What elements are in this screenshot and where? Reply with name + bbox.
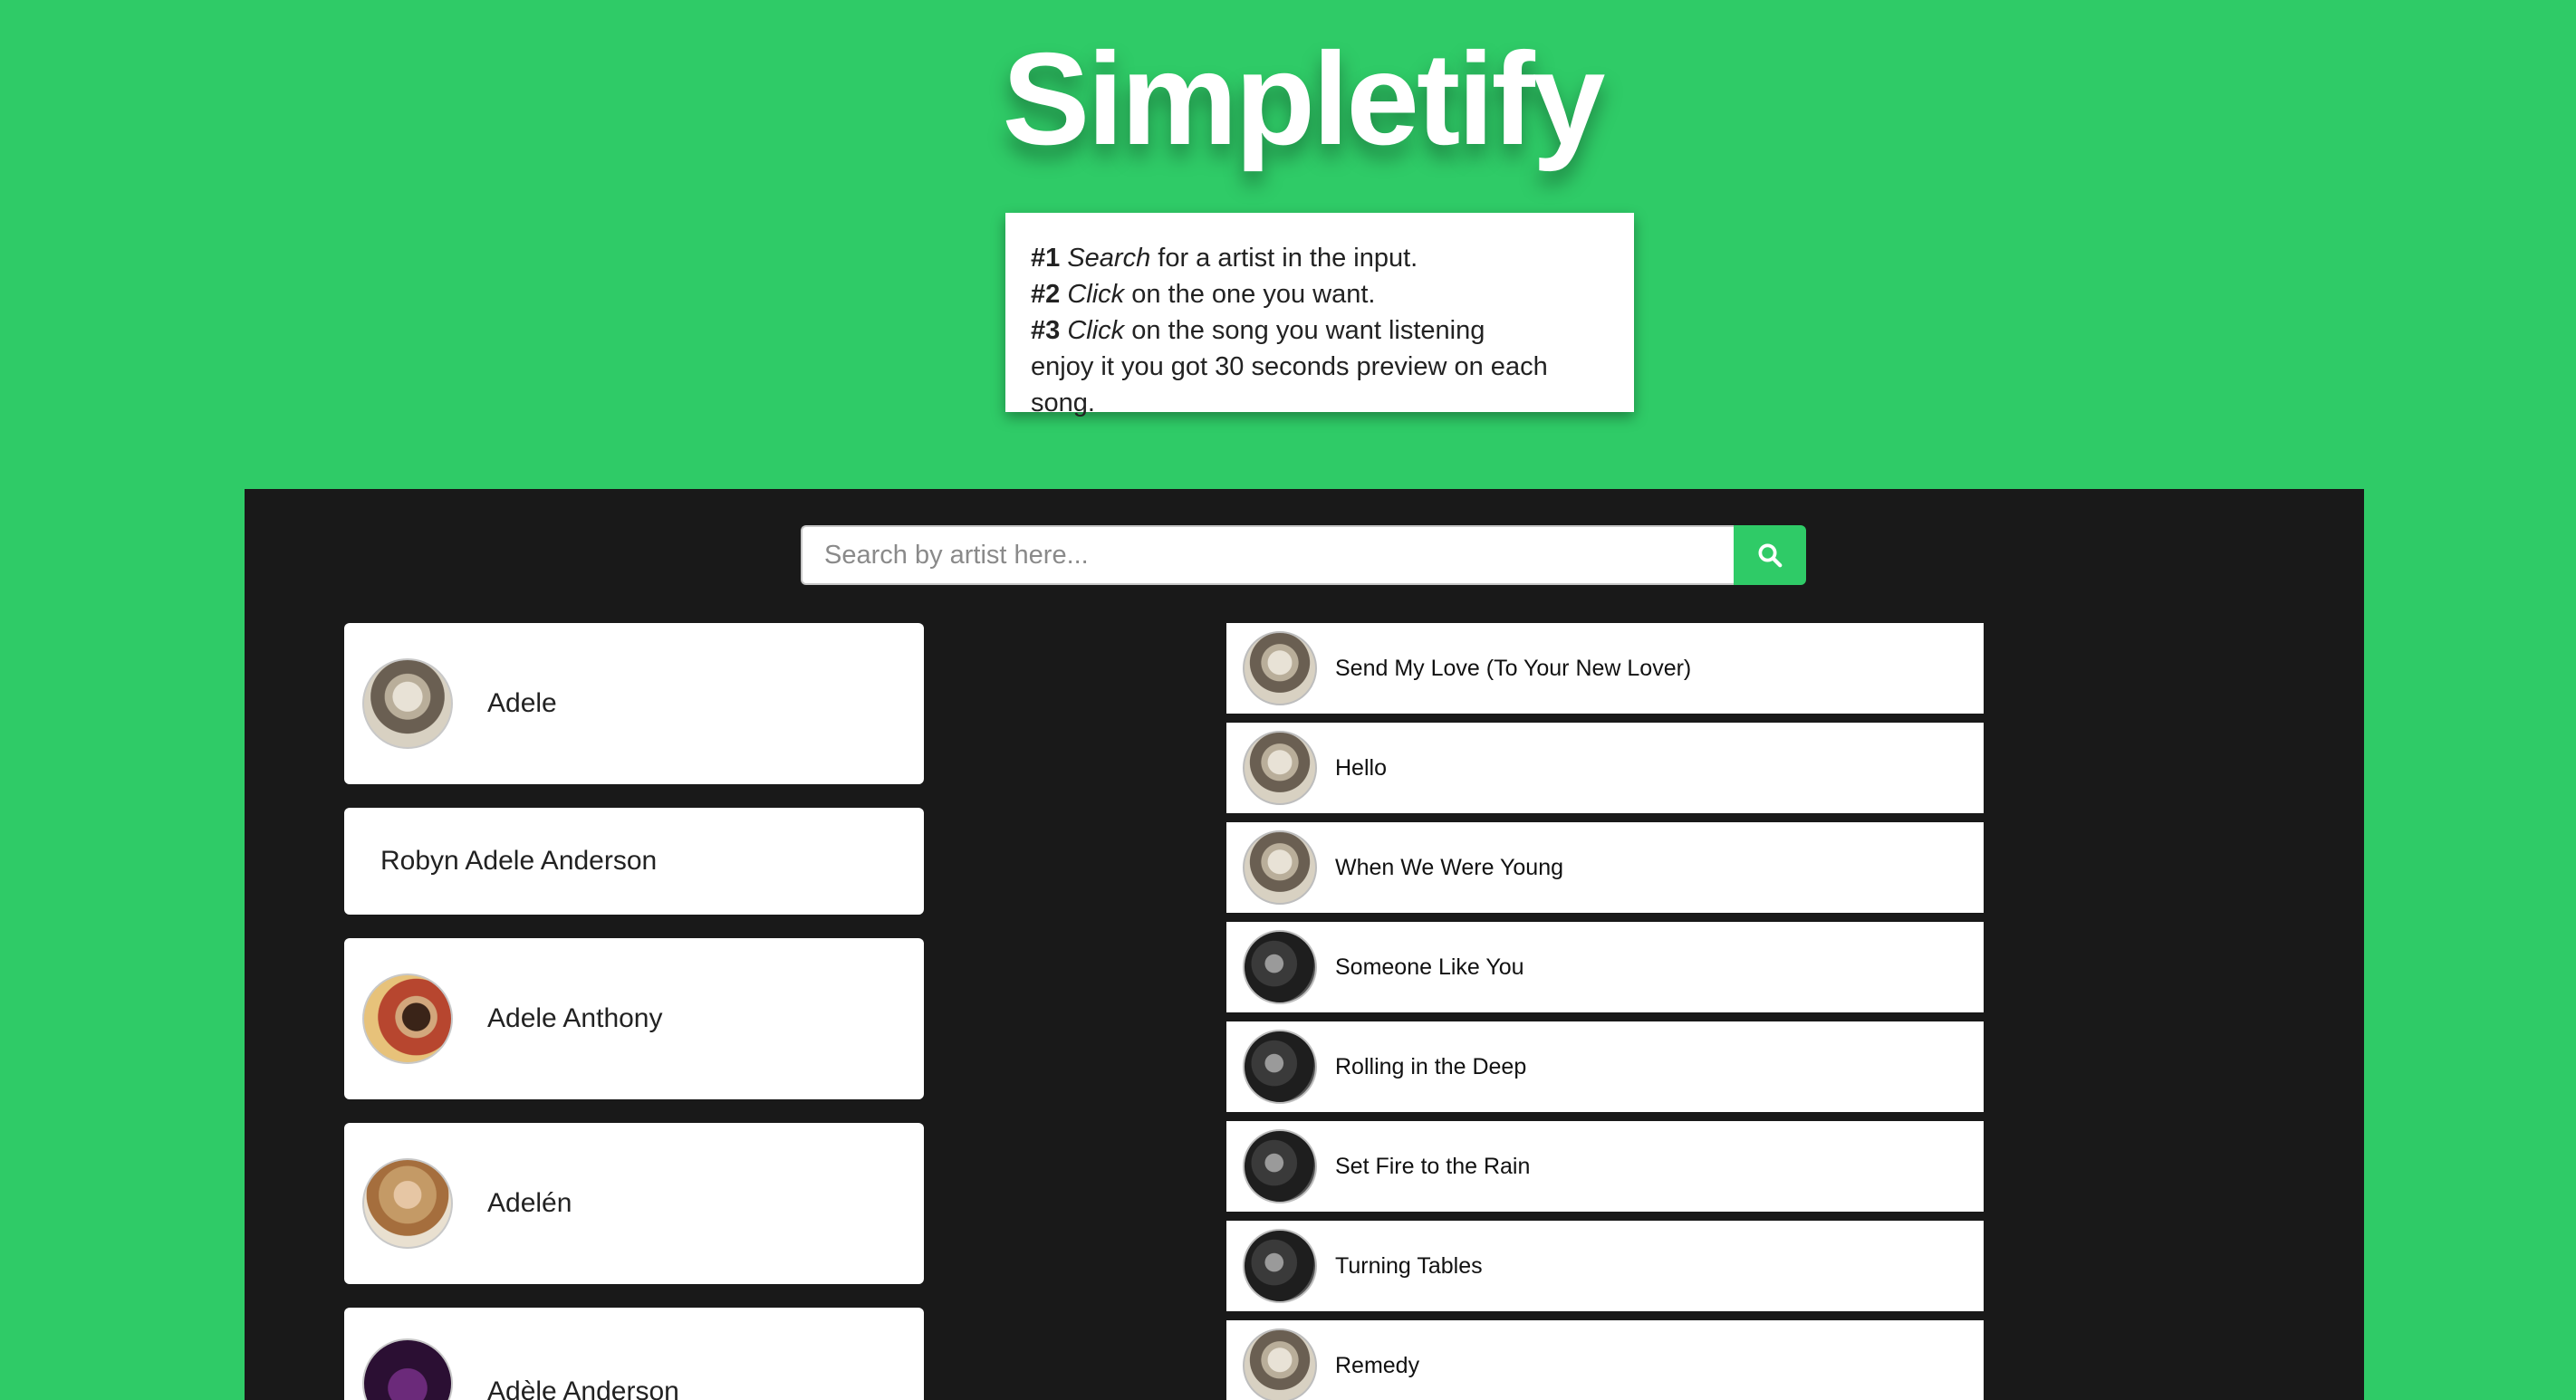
search-bar <box>801 525 1806 585</box>
song-row[interactable]: When We Were Young <box>1226 822 1984 913</box>
artist-card[interactable]: Robyn Adele Anderson <box>344 808 924 915</box>
artist-card[interactable]: Adele Anthony <box>344 938 924 1099</box>
instruction-line: #1 Search for a artist in the input. <box>1031 240 1609 276</box>
artist-avatar <box>362 1338 453 1400</box>
instruction-number: #1 <box>1031 244 1061 273</box>
song-title: Turning Tables <box>1335 1252 1483 1279</box>
song-title: Remedy <box>1335 1352 1420 1378</box>
artist-name: Robyn Adele Anderson <box>380 846 658 876</box>
song-cover <box>1243 1328 1317 1400</box>
song-row[interactable]: Set Fire to the Rain <box>1226 1121 1984 1212</box>
song-title: Someone Like You <box>1335 954 1524 980</box>
artist-avatar <box>362 973 453 1064</box>
song-row[interactable]: Remedy <box>1226 1320 1984 1400</box>
search-input[interactable] <box>801 525 1734 585</box>
instruction-text: for a artist in the input. <box>1150 244 1418 273</box>
song-cover <box>1243 1129 1317 1203</box>
search-icon <box>1758 543 1783 568</box>
artist-name: Adele Anthony <box>487 1003 663 1033</box>
artist-card[interactable]: Adele <box>344 623 924 784</box>
instruction-number: #2 <box>1031 280 1061 309</box>
song-row[interactable]: Rolling in the Deep <box>1226 1021 1984 1112</box>
instruction-verb: Click <box>1067 316 1125 345</box>
song-title: When We Were Young <box>1335 854 1564 880</box>
artist-avatar <box>362 1158 453 1249</box>
artist-avatar <box>362 658 453 749</box>
instruction-line: #3 Click on the song you want listening <box>1031 312 1609 349</box>
instruction-verb: Search <box>1067 244 1151 273</box>
song-cover <box>1243 1229 1317 1303</box>
artist-card[interactable]: Adelén <box>344 1123 924 1284</box>
instruction-text: on the one you want. <box>1124 280 1376 309</box>
song-cover <box>1243 830 1317 905</box>
instruction-footer: enjoy it you got 30 seconds preview on e… <box>1031 352 1548 417</box>
artist-name: Adelén <box>487 1188 572 1218</box>
song-cover <box>1243 930 1317 1004</box>
search-button[interactable] <box>1734 525 1806 585</box>
song-title: Set Fire to the Rain <box>1335 1153 1531 1179</box>
artist-name: Adèle Anderson <box>487 1376 679 1400</box>
instructions-box: #1 Search for a artist in the input. #2 … <box>1005 213 1634 417</box>
instruction-number: #3 <box>1031 316 1061 345</box>
song-title: Hello <box>1335 754 1387 781</box>
song-title: Send My Love (To Your New Lover) <box>1335 655 1692 681</box>
song-cover <box>1243 631 1317 705</box>
instruction-verb: Click <box>1067 280 1125 309</box>
app-title: Simpletify <box>1002 25 1606 172</box>
artist-card[interactable]: Adèle Anderson <box>344 1308 924 1400</box>
song-cover <box>1243 1030 1317 1104</box>
song-cover <box>1243 731 1317 805</box>
instruction-text: on the song you want listening <box>1124 316 1485 345</box>
song-row[interactable]: Hello <box>1226 723 1984 813</box>
song-title: Rolling in the Deep <box>1335 1053 1527 1079</box>
song-row[interactable]: Turning Tables <box>1226 1221 1984 1311</box>
artist-name: Adele <box>487 688 557 718</box>
main-panel: Adele Robyn Adele Anderson Adele Anthony… <box>245 489 2364 1400</box>
instruction-line: #2 Click on the one you want. <box>1031 276 1609 312</box>
song-row[interactable]: Someone Like You <box>1226 922 1984 1012</box>
song-row[interactable]: Send My Love (To Your New Lover) <box>1226 623 1984 714</box>
